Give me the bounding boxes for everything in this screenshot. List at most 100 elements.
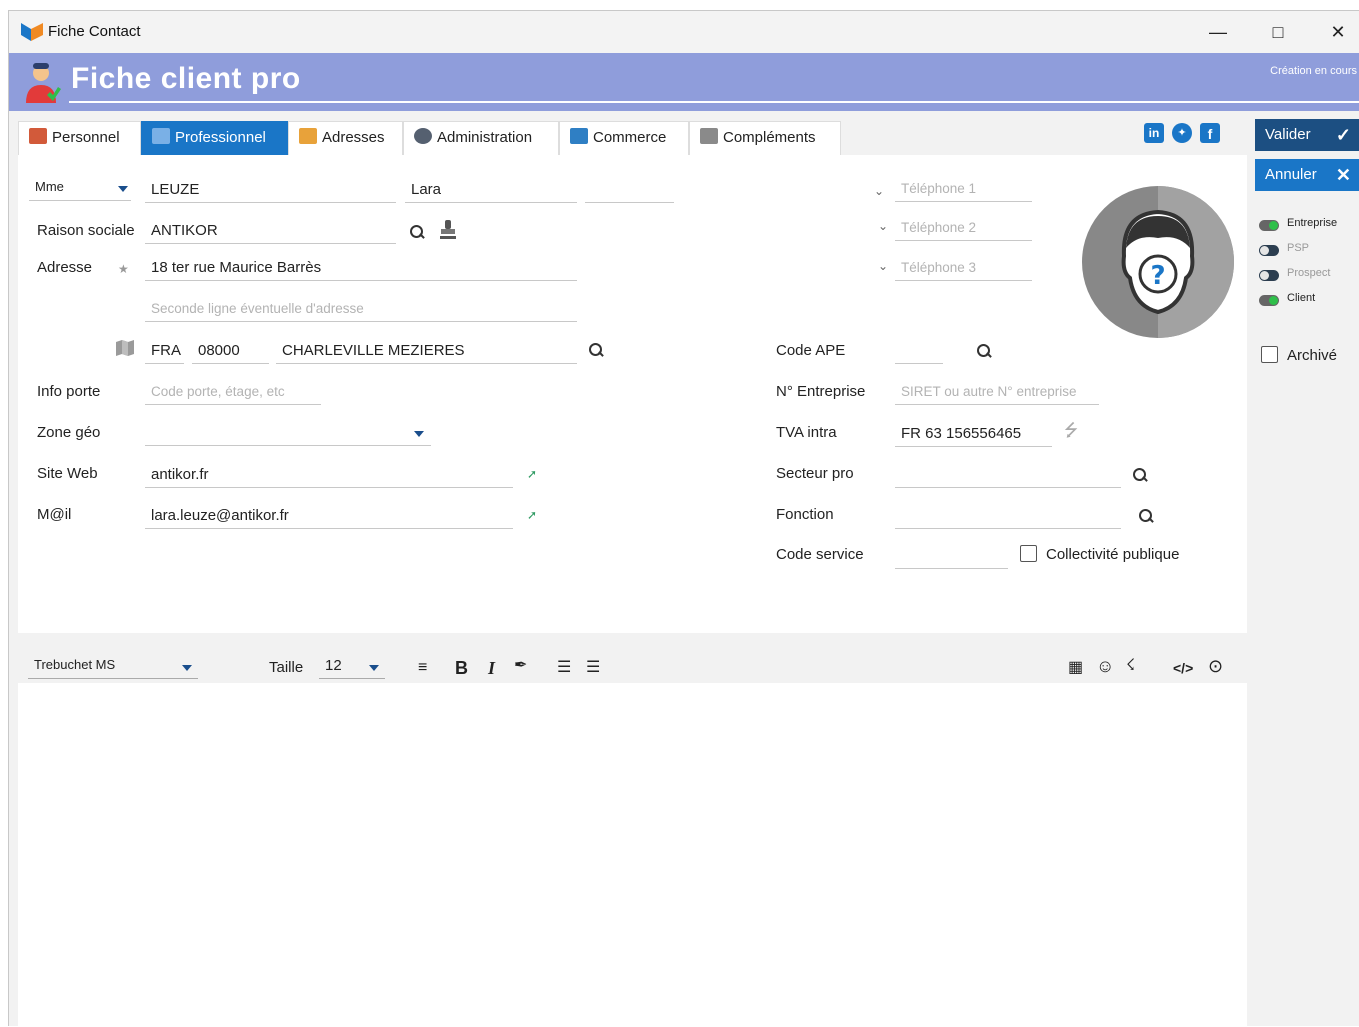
site-web-label: Site Web: [37, 465, 98, 482]
chevron-down-icon[interactable]: ⌄: [878, 259, 888, 273]
valider-button[interactable]: Valider ✓: [1255, 119, 1359, 151]
entreprise-toggle[interactable]: [1259, 220, 1279, 231]
adresse-line1-field[interactable]: 18 ter rue Maurice Barrès: [145, 257, 577, 281]
tab-bar: Personnel Professionnel Adresses Adminis…: [18, 119, 1247, 155]
tva-intra-label: TVA intra: [776, 424, 837, 441]
toggle-knob: [1260, 246, 1269, 255]
first-name-field[interactable]: Lara: [405, 179, 577, 203]
email-label: M@il: [37, 506, 72, 523]
size-label: Taille: [269, 659, 304, 676]
name-extra-field[interactable]: [585, 179, 674, 203]
search-icon[interactable]: [1138, 508, 1154, 524]
site-web-field[interactable]: antikor.fr: [145, 464, 513, 488]
secteur-pro-label: Secteur pro: [776, 465, 854, 482]
minimize-button[interactable]: —: [1203, 17, 1233, 47]
tab-administration[interactable]: Administration: [403, 121, 559, 155]
tab-commerce[interactable]: Commerce: [559, 121, 689, 155]
more-options-icon[interactable]: ⊙: [1208, 657, 1223, 675]
telephone-2-field[interactable]: Téléphone 2: [895, 217, 1032, 241]
twitter-icon[interactable]: ✦: [1172, 123, 1192, 143]
search-icon[interactable]: [1132, 467, 1148, 483]
secteur-pro-field[interactable]: [895, 464, 1121, 488]
chevron-down-icon[interactable]: ⌄: [878, 219, 888, 233]
bullet-list-icon[interactable]: ☰: [557, 659, 571, 677]
map-icon[interactable]: [115, 339, 135, 357]
code-ape-label: Code APE: [776, 342, 846, 359]
archive-checkbox[interactable]: [1261, 346, 1278, 363]
telephone-1-placeholder: Téléphone 1: [901, 181, 977, 196]
search-icon[interactable]: [976, 343, 992, 359]
send-mail-icon[interactable]: ➚: [527, 508, 537, 522]
chevron-down-icon[interactable]: ⌄: [874, 184, 884, 198]
tva-intra-field[interactable]: FR 63 156556465: [895, 423, 1052, 447]
raison-sociale-label: Raison sociale: [37, 222, 135, 239]
toggle-knob: [1269, 221, 1278, 230]
code-icon[interactable]: </>: [1173, 659, 1193, 677]
code-service-field[interactable]: [895, 545, 1008, 569]
professionnel-panel: Mme LEUZE Lara ⌄ Téléphone 1 ⌄ Téléphone…: [18, 155, 1247, 633]
notes-editor[interactable]: [18, 683, 1247, 1027]
info-porte-label: Info porte: [37, 383, 101, 400]
house-icon: [29, 128, 47, 144]
avatar[interactable]: ?: [1082, 186, 1234, 338]
close-button[interactable]: ✕: [1323, 17, 1353, 47]
numbered-list-icon[interactable]: ☰: [586, 659, 600, 677]
country-field[interactable]: FRA: [145, 340, 184, 364]
zone-geo-select[interactable]: [145, 422, 431, 446]
client-toggle[interactable]: [1259, 295, 1279, 306]
n-entreprise-label: N° Entreprise: [776, 383, 866, 400]
telephone-1-field[interactable]: Téléphone 1: [895, 178, 1032, 202]
telephone-3-field[interactable]: Téléphone 3: [895, 257, 1032, 281]
table-icon[interactable]: ▦: [1068, 659, 1083, 677]
facebook-icon[interactable]: f: [1200, 123, 1220, 143]
tab-label: Professionnel: [175, 129, 266, 146]
align-icon[interactable]: ≡: [418, 659, 427, 677]
postal-code-field[interactable]: 08000: [192, 340, 269, 364]
search-icon[interactable]: [588, 342, 604, 358]
chevron-down-icon: [414, 431, 424, 437]
site-web-value: antikor.fr: [151, 466, 209, 483]
italic-icon[interactable]: I: [488, 659, 495, 677]
telephone-3-placeholder: Téléphone 3: [901, 260, 977, 275]
admin-user-icon: [414, 128, 432, 144]
city-field[interactable]: CHARLEVILLE MEZIERES: [276, 340, 577, 364]
open-link-icon[interactable]: ➚: [527, 467, 537, 481]
chevron-down-icon: [118, 186, 128, 192]
collectivite-checkbox[interactable]: [1020, 545, 1037, 562]
star-icon[interactable]: ★: [118, 261, 129, 277]
tag-icon: [700, 128, 718, 144]
adresse-line2-field[interactable]: Seconde ligne éventuelle d'adresse: [145, 298, 577, 322]
prospect-toggle[interactable]: [1259, 270, 1279, 281]
stamp-icon[interactable]: [439, 219, 457, 241]
linkedin-icon[interactable]: in: [1144, 123, 1164, 143]
psp-toggle[interactable]: [1259, 245, 1279, 256]
n-entreprise-field[interactable]: SIRET ou autre N° entreprise: [895, 381, 1099, 405]
paint-brush-icon[interactable]: ✒: [514, 657, 527, 675]
emoji-icon[interactable]: ☺: [1096, 657, 1114, 675]
tab-personnel[interactable]: Personnel: [18, 121, 141, 155]
prospect-label: Prospect: [1287, 267, 1331, 279]
bold-icon[interactable]: B: [455, 659, 468, 677]
last-name-value: LEUZE: [151, 181, 200, 198]
last-name-field[interactable]: LEUZE: [145, 179, 396, 203]
maximize-button[interactable]: □: [1263, 17, 1293, 47]
civility-select[interactable]: Mme: [29, 177, 131, 201]
adresse-label: Adresse: [37, 259, 93, 276]
size-value: 12: [325, 657, 342, 674]
stamp-icon[interactable]: ☇: [1126, 657, 1135, 675]
tab-label: Commerce: [593, 129, 667, 146]
search-icon[interactable]: [409, 224, 425, 240]
country-value: FRA: [151, 342, 181, 359]
tab-complements[interactable]: Compléments: [689, 121, 841, 155]
lightning-icon[interactable]: ⭍: [1064, 422, 1078, 439]
fonction-field[interactable]: [895, 505, 1121, 529]
info-porte-placeholder: Code porte, étage, etc: [151, 384, 285, 399]
tab-professionnel[interactable]: Professionnel: [141, 121, 288, 155]
raison-sociale-field[interactable]: ANTIKOR: [145, 220, 396, 244]
email-field[interactable]: lara.leuze@antikor.fr: [145, 505, 513, 529]
font-select[interactable]: Trebuchet MS: [28, 655, 198, 679]
annuler-button[interactable]: Annuler ✕: [1255, 159, 1359, 191]
info-porte-field[interactable]: Code porte, étage, etc: [145, 381, 321, 405]
tab-adresses[interactable]: Adresses: [288, 121, 403, 155]
code-ape-field[interactable]: [895, 340, 943, 364]
